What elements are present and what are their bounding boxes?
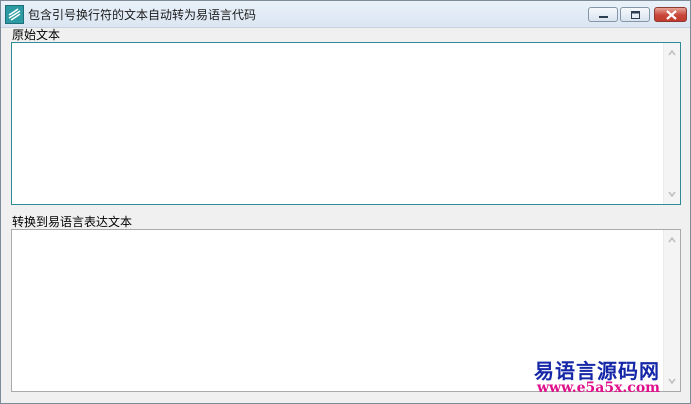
app-icon[interactable]: [5, 5, 24, 24]
source-text-input[interactable]: [12, 43, 663, 204]
watermark: 易语言源码网 www.e5a5x.com: [521, 355, 691, 401]
maximize-icon: [631, 11, 640, 19]
source-scrollbar[interactable]: [663, 43, 680, 204]
scroll-up-icon[interactable]: [667, 49, 677, 57]
window-title: 包含引号换行符的文本自动转为易语言代码: [28, 8, 257, 22]
close-icon: [666, 10, 677, 20]
close-button[interactable]: [654, 7, 687, 22]
source-text-box[interactable]: [11, 42, 681, 205]
app-window: 包含引号换行符的文本自动转为易语言代码 原始文本 转换到易语言表达文本 易语言源…: [0, 0, 691, 404]
maximize-button[interactable]: [620, 7, 650, 22]
minimize-button[interactable]: [588, 7, 618, 22]
scroll-up-icon[interactable]: [667, 236, 677, 244]
minimize-icon: [599, 16, 608, 18]
scroll-down-icon[interactable]: [667, 190, 677, 198]
watermark-url: www.e5a5x.com: [537, 380, 660, 396]
output-text-label: 转换到易语言表达文本: [12, 215, 133, 229]
source-text-label: 原始文本: [12, 28, 61, 42]
title-bar[interactable]: 包含引号换行符的文本自动转为易语言代码: [1, 1, 690, 28]
